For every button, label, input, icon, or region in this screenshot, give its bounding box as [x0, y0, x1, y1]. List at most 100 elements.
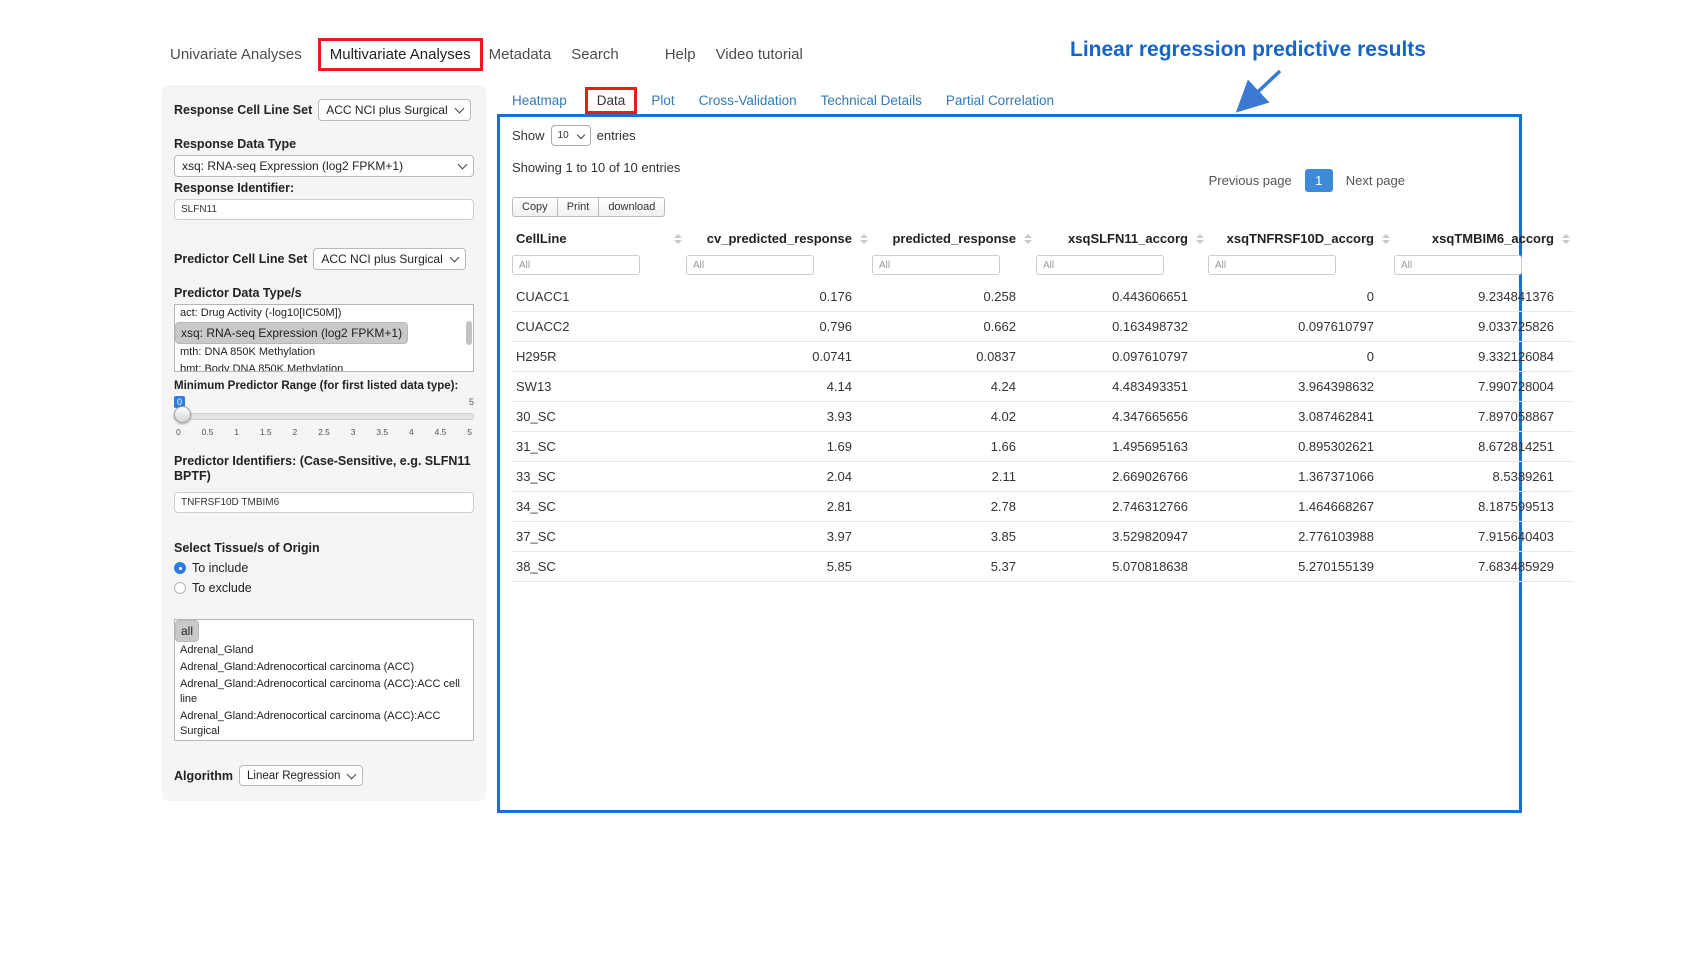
tab-partial-correlation[interactable]: Partial Correlation [946, 93, 1054, 108]
cell-value: 1.495695163 [1036, 432, 1208, 462]
listbox-option-bmt-body-dna-850k-methylation[interactable]: bmt: Body DNA 850K Methylation [175, 361, 473, 372]
cell-line-name: 34_SC [512, 492, 686, 522]
listbox-option-adrenal-gland-adrenocortical-carcinoma-a[interactable]: Adrenal_Gland:Adrenocortical carcinoma (… [175, 659, 473, 676]
sort-icon[interactable] [1562, 234, 1570, 244]
tab-data[interactable]: Data [585, 87, 638, 114]
results-panel: Show 10 entries Showing 1 to 10 of 10 en… [497, 114, 1522, 813]
print-button[interactable]: Print [557, 197, 600, 217]
response-identifier-input[interactable] [174, 199, 474, 220]
column-header-label: predicted_response [892, 231, 1016, 246]
sort-icon[interactable] [674, 234, 682, 244]
nav-item-search[interactable]: Search [571, 46, 619, 63]
predictor-data-types-listbox[interactable]: act: Drug Activity (-log10[IC50M])xsq: R… [174, 304, 474, 372]
tissue-include-radio[interactable]: To include [174, 561, 474, 575]
current-page-button[interactable]: 1 [1305, 169, 1333, 192]
tissue-exclude-label: To exclude [192, 581, 252, 595]
table-row[interactable]: H295R0.07410.08370.09761079709.332126084 [512, 342, 1574, 372]
table-row[interactable]: CUACC20.7960.6620.1634987320.0976107979.… [512, 312, 1574, 342]
column-header-predicted-response[interactable]: predicted_response [872, 225, 1036, 252]
response-data-type-select[interactable]: xsq: RNA-seq Expression (log2 FPKM+1) [174, 155, 474, 177]
cell-value: 1.69 [686, 432, 872, 462]
filter-input-xsqtnfrsf10d-accorg[interactable] [1208, 255, 1336, 275]
table-row[interactable]: CUACC10.1760.2580.44360665109.234841376 [512, 282, 1574, 312]
nav-item-metadata[interactable]: Metadata [489, 46, 552, 63]
nav-item-help[interactable]: Help [665, 46, 696, 63]
cell-value: 0.258 [872, 282, 1036, 312]
nav-item-univariate-analyses[interactable]: Univariate Analyses [170, 46, 302, 63]
cell-value: 4.347665656 [1036, 402, 1208, 432]
algorithm-label: Algorithm [174, 769, 233, 783]
show-entries-select[interactable]: 10 [551, 125, 591, 146]
nav-item-video-tutorial[interactable]: Video tutorial [716, 46, 803, 63]
tissue-listbox[interactable]: allAdrenal_GlandAdrenal_Gland:Adrenocort… [174, 619, 474, 741]
tab-cross-validation[interactable]: Cross-Validation [699, 93, 797, 108]
sort-icon[interactable] [1024, 234, 1032, 244]
table-row[interactable]: 33_SC2.042.112.6690267661.3673710668.538… [512, 462, 1574, 492]
slider-max-label: 5 [469, 397, 474, 407]
predictor-identifiers-input[interactable] [174, 492, 474, 513]
cell-value: 8.672814251 [1394, 432, 1574, 462]
response-data-type-value: xsq: RNA-seq Expression (log2 FPKM+1) [182, 159, 403, 173]
sort-icon[interactable] [1382, 234, 1390, 244]
tab-plot[interactable]: Plot [651, 93, 674, 108]
filter-input-predicted-response[interactable] [872, 255, 1000, 275]
listbox-option-mth-dna-850k-methylation[interactable]: mth: DNA 850K Methylation [175, 344, 473, 361]
table-row[interactable]: 30_SC3.934.024.3476656563.0874628417.897… [512, 402, 1574, 432]
tissue-exclude-radio[interactable]: To exclude [174, 581, 474, 595]
radio-unselected-icon[interactable] [174, 582, 186, 594]
response-cell-line-set-label: Response Cell Line Set [174, 103, 312, 117]
listbox-option-adrenal-gland-adrenocortical-carcinoma-a[interactable]: Adrenal_Gland:Adrenocortical carcinoma (… [175, 676, 473, 708]
table-row[interactable]: 31_SC1.691.661.4956951630.8953026218.672… [512, 432, 1574, 462]
column-header-label: xsqTNFRSF10D_accorg [1227, 231, 1374, 246]
cell-value: 7.897058867 [1394, 402, 1574, 432]
slider-handle[interactable] [174, 406, 191, 423]
download-button[interactable]: download [598, 197, 665, 217]
nav-item-multivariate-analyses[interactable]: Multivariate Analyses [318, 38, 483, 71]
column-header-xsqslfn11-accorg[interactable]: xsqSLFN11_accorg [1036, 225, 1208, 252]
filter-input-cellline[interactable] [512, 255, 640, 275]
table-row[interactable]: SW134.144.244.4834933513.9643986327.9907… [512, 372, 1574, 402]
table-row[interactable]: 37_SC3.973.853.5298209472.7761039887.915… [512, 522, 1574, 552]
scrollbar-thumb[interactable] [466, 321, 472, 345]
cell-value: 1.66 [872, 432, 1036, 462]
slider-track[interactable] [174, 413, 474, 420]
cell-value: 1.464668267 [1208, 492, 1394, 522]
table-header-row: CellLinecv_predicted_response predicted_r… [512, 225, 1574, 252]
column-header-xsqtnfrsf10d-accorg[interactable]: xsqTNFRSF10D_accorg [1208, 225, 1394, 252]
cell-value: 0.0741 [686, 342, 872, 372]
sort-icon[interactable] [860, 234, 868, 244]
copy-button[interactable]: Copy [512, 197, 558, 217]
cell-value: 4.24 [872, 372, 1036, 402]
tab-technical-details[interactable]: Technical Details [821, 93, 922, 108]
min-predictor-range-slider[interactable]: 0 5 00.511.522.533.544.55 [174, 396, 474, 446]
filter-input-cv-predicted-response[interactable] [686, 255, 814, 275]
listbox-option-adrenal-gland[interactable]: Adrenal_Gland [175, 642, 473, 659]
sort-icon[interactable] [1196, 234, 1204, 244]
listbox-option-act-drug-activity-log10-ic50m[interactable]: act: Drug Activity (-log10[IC50M]) [175, 305, 473, 322]
algorithm-select[interactable]: Linear Regression [239, 765, 363, 786]
next-page-button[interactable]: Next page [1338, 169, 1413, 192]
chevron-down-icon [576, 130, 584, 138]
radio-selected-icon[interactable] [174, 562, 186, 574]
cell-line-name: 33_SC [512, 462, 686, 492]
table-row[interactable]: 34_SC2.812.782.7463127661.4646682678.187… [512, 492, 1574, 522]
column-header-cv-predicted-response[interactable]: cv_predicted_response [686, 225, 872, 252]
filter-input-xsqslfn11-accorg[interactable] [1036, 255, 1164, 275]
filter-input-xsqtmbim6-accorg[interactable] [1394, 255, 1522, 275]
algorithm-field: Algorithm Linear Regression [174, 765, 474, 786]
cell-value: 0.895302621 [1208, 432, 1394, 462]
predictor-cell-line-set-select[interactable]: ACC NCI plus Surgical [313, 248, 465, 270]
listbox-option-adrenal-gland-adrenocortical-carcinoma-a[interactable]: Adrenal_Gland:Adrenocortical carcinoma (… [175, 708, 473, 740]
slider-tick-label: 2.5 [318, 427, 330, 437]
cell-value: 4.14 [686, 372, 872, 402]
response-cell-line-set-select[interactable]: ACC NCI plus Surgical [318, 99, 470, 121]
cell-value: 2.81 [686, 492, 872, 522]
listbox-option-all[interactable]: all [175, 620, 199, 642]
previous-page-button[interactable]: Previous page [1201, 169, 1300, 192]
table-row[interactable]: 38_SC5.855.375.0708186385.2701551397.683… [512, 552, 1574, 582]
tab-heatmap[interactable]: Heatmap [512, 93, 567, 108]
cell-value: 2.669026766 [1036, 462, 1208, 492]
listbox-option-xsq-rna-seq-expression-log2-fpkm-1[interactable]: xsq: RNA-seq Expression (log2 FPKM+1) [175, 322, 408, 344]
column-header-xsqtmbim6-accorg[interactable]: xsqTMBIM6_accorg [1394, 225, 1574, 252]
column-header-cellline[interactable]: CellLine [512, 225, 686, 252]
